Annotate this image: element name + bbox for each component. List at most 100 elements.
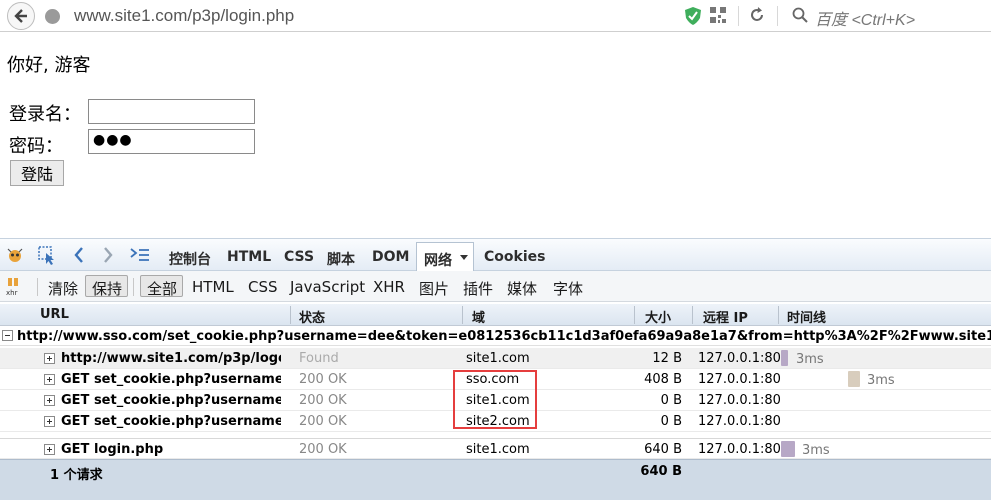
column-timeline[interactable]: 时间线	[787, 307, 826, 326]
request-row[interactable]: GET login.php 200 OK site1.com 640 B 127…	[0, 438, 991, 459]
tab-network[interactable]: 网络	[416, 242, 474, 273]
request-time: 3ms	[796, 352, 824, 367]
filter-all-label: 全部	[147, 280, 178, 298]
tab-script[interactable]: 脚本	[327, 249, 355, 269]
request-size: 640 B	[644, 442, 682, 457]
login-button[interactable]: 登陆	[10, 160, 64, 186]
filter-media[interactable]: 媒体	[507, 278, 537, 299]
request-status: Found	[299, 351, 339, 366]
firebug-icon[interactable]	[6, 247, 24, 263]
column-size[interactable]: 大小	[645, 307, 671, 326]
filter-all-button[interactable]: 全部	[140, 275, 183, 298]
column-status[interactable]: 状态	[299, 307, 325, 326]
separator	[133, 278, 134, 296]
separator	[777, 6, 778, 26]
expand-icon[interactable]	[44, 374, 55, 385]
inspect-icon[interactable]	[38, 246, 58, 266]
request-ip: 127.0.0.1:80	[698, 442, 781, 457]
filter-images[interactable]: 图片	[419, 278, 449, 299]
request-ip: 127.0.0.1:80	[698, 351, 781, 366]
chevron-left-icon[interactable]	[73, 247, 85, 263]
request-status: 200 OK	[299, 393, 347, 408]
separator	[692, 306, 693, 324]
globe-icon	[45, 9, 60, 24]
network-column-headers: URL 状态 域 大小 远程 IP 时间线	[0, 304, 991, 326]
search-input[interactable]: 百度 <Ctrl+K>	[815, 6, 915, 30]
column-remote-ip[interactable]: 远程 IP	[703, 307, 748, 326]
tab-css[interactable]: CSS	[284, 249, 314, 265]
timeline-bar	[848, 371, 860, 387]
filter-fonts[interactable]: 字体	[553, 278, 583, 299]
arrow-left-icon	[14, 9, 27, 23]
back-button[interactable]	[7, 2, 35, 30]
tab-console[interactable]: 控制台	[169, 249, 211, 269]
request-url: GET set_cookie.php?username=...	[61, 393, 281, 408]
expand-icon[interactable]	[44, 416, 55, 427]
summary-row: 1 个请求 640 B	[0, 459, 991, 500]
xhr-icon[interactable]: xhr	[6, 276, 24, 296]
persist-label: 保持	[92, 280, 123, 298]
request-ip: 127.0.0.1:80	[698, 414, 781, 429]
separator	[462, 306, 463, 324]
filter-css[interactable]: CSS	[248, 278, 278, 296]
password-input[interactable]: ●●●	[88, 129, 255, 154]
highlight-box	[453, 370, 537, 429]
request-ip: 127.0.0.1:80	[698, 372, 781, 387]
request-domain: site1.com	[466, 442, 530, 457]
request-url: GET set_cookie.php?username=...	[61, 372, 281, 387]
expand-icon[interactable]	[44, 444, 55, 455]
request-url: GET set_cookie.php?username=...	[61, 414, 281, 429]
shield-icon[interactable]	[684, 6, 702, 26]
separator	[290, 306, 291, 324]
qrcode-icon[interactable]	[710, 7, 726, 23]
expand-icon[interactable]	[44, 395, 55, 406]
username-label: 登录名：	[9, 104, 81, 125]
svg-text:xhr: xhr	[6, 289, 18, 296]
command-line-icon[interactable]	[130, 248, 150, 262]
separator	[778, 306, 779, 324]
tab-dom[interactable]: DOM	[372, 249, 409, 265]
request-size: 12 B	[652, 351, 682, 366]
tab-cookies[interactable]: Cookies	[484, 249, 545, 265]
collapse-icon[interactable]	[2, 330, 13, 341]
username-input[interactable]	[88, 99, 255, 124]
tab-html[interactable]: HTML	[227, 249, 271, 265]
request-ip: 127.0.0.1:80	[698, 393, 781, 408]
separator	[738, 6, 739, 26]
browser-toolbar: www.site1.com/p3p/login.php 百度 <Ctrl+K>	[0, 0, 991, 32]
search-icon	[792, 7, 808, 23]
request-url: http://www.site1.com/p3p/logout.php	[61, 351, 281, 366]
request-url: GET login.php	[61, 442, 164, 457]
tab-network-label: 网络	[424, 253, 452, 269]
column-domain[interactable]: 域	[472, 307, 485, 326]
request-time: 3ms	[867, 373, 895, 388]
expand-icon[interactable]	[44, 353, 55, 364]
clear-button[interactable]: 清除	[48, 278, 78, 299]
filter-javascript[interactable]: JavaScript	[290, 278, 365, 296]
request-size: 0 B	[660, 414, 682, 429]
persist-button[interactable]: 保持	[85, 275, 128, 298]
network-toolbar: xhr 清除 保持 全部 HTML CSS JavaScript XHR 图片 …	[0, 271, 991, 302]
firebug-toolbar: 控制台 HTML CSS 脚本 DOM 网络 Cookies	[0, 238, 991, 273]
password-label: 密码：	[9, 136, 63, 157]
request-status: 200 OK	[299, 442, 347, 457]
separator	[37, 278, 38, 296]
filter-plugins[interactable]: 插件	[463, 278, 493, 299]
reload-icon[interactable]	[748, 6, 766, 24]
column-url[interactable]: URL	[40, 307, 69, 322]
timeline-bar	[781, 350, 788, 366]
request-count: 1 个请求	[50, 468, 103, 483]
group-url: http://www.sso.com/set_cookie.php?userna…	[17, 329, 991, 344]
chevron-down-icon	[460, 255, 468, 260]
filter-html[interactable]: HTML	[192, 278, 234, 296]
request-size: 0 B	[660, 393, 682, 408]
request-status: 200 OK	[299, 414, 347, 429]
total-size: 640 B	[640, 464, 682, 479]
url-field[interactable]: www.site1.com/p3p/login.php	[74, 6, 294, 26]
greeting-text: 你好, 游客	[7, 55, 91, 76]
request-group-row[interactable]: http://www.sso.com/set_cookie.php?userna…	[0, 326, 991, 346]
request-row[interactable]: http://www.site1.com/p3p/logout.php Foun…	[0, 348, 991, 369]
filter-xhr[interactable]: XHR	[373, 278, 405, 296]
request-domain: site1.com	[466, 351, 530, 366]
chevron-right-icon[interactable]	[102, 247, 114, 263]
